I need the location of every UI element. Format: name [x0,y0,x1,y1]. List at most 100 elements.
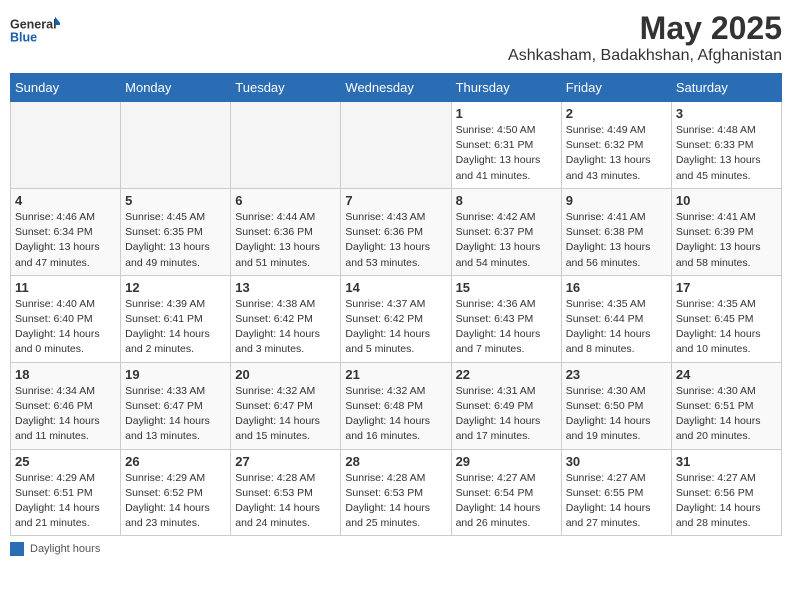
calendar-cell: 20 Sunrise: 4:32 AMSunset: 6:47 PMDayligh… [231,362,341,449]
calendar-cell: 17 Sunrise: 4:35 AMSunset: 6:45 PMDayligh… [671,275,781,362]
calendar-cell: 21Sunrise: 4:32 AMSunset: 6:48 PMDayligh… [341,362,451,449]
day-number: 25 [15,454,116,469]
calendar-cell: 22Sunrise: 4:31 AMSunset: 6:49 PMDayligh… [451,362,561,449]
day-detail: Sunrise: 4:43 AMSunset: 6:36 PMDaylight:… [345,210,446,271]
calendar-cell: 8 Sunrise: 4:42 AMSunset: 6:37 PMDaylight… [451,188,561,275]
day-number: 5 [125,193,226,208]
svg-text:Blue: Blue [10,31,37,45]
day-detail: Sunrise: 4:49 AMSunset: 6:32 PMDaylight:… [566,123,667,184]
daylight-hours-label: Daylight hours [30,543,100,555]
day-header-sunday: Sunday [11,74,121,102]
day-number: 4 [15,193,116,208]
calendar-cell: 7 Sunrise: 4:43 AMSunset: 6:36 PMDaylight… [341,188,451,275]
subtitle: Ashkasham, Badakhshan, Afghanistan [508,47,782,65]
svg-text:General: General [10,17,57,31]
calendar: SundayMondayTuesdayWednesdayThursdayFrid… [10,73,782,536]
calendar-cell: 9 Sunrise: 4:41 AMSunset: 6:38 PMDaylight… [561,188,671,275]
week-row-3: 11Sunrise: 4:40 AMSunset: 6:40 PMDayligh… [11,275,782,362]
calendar-cell [121,102,231,189]
day-number: 24 [676,367,777,382]
day-header-thursday: Thursday [451,74,561,102]
day-detail: Sunrise: 4:37 AMSunset: 6:42 PMDaylight:… [345,297,446,358]
day-detail: Sunrise: 4:41 AMSunset: 6:38 PMDaylight:… [566,210,667,271]
day-number: 8 [456,193,557,208]
calendar-cell: 26 Sunrise: 4:29 AMSunset: 6:52 PMDayligh… [121,449,231,536]
day-detail: Sunrise: 4:32 AMSunset: 6:47 PMDaylight:… [235,384,336,445]
calendar-cell: 13 Sunrise: 4:38 AMSunset: 6:42 PMDayligh… [231,275,341,362]
day-number: 27 [235,454,336,469]
day-header-friday: Friday [561,74,671,102]
day-detail: Sunrise: 4:27 AMSunset: 6:54 PMDaylight:… [456,471,557,532]
day-detail: Sunrise: 4:38 AMSunset: 6:42 PMDaylight:… [235,297,336,358]
calendar-header-row: SundayMondayTuesdayWednesdayThursdayFrid… [11,74,782,102]
day-number: 28 [345,454,446,469]
day-header-saturday: Saturday [671,74,781,102]
calendar-cell: 31Sunrise: 4:27 AMSunset: 6:56 PMDayligh… [671,449,781,536]
day-detail: Sunrise: 4:29 AMSunset: 6:52 PMDaylight:… [125,471,226,532]
day-number: 12 [125,280,226,295]
day-detail: Sunrise: 4:40 AMSunset: 6:40 PMDaylight:… [15,297,116,358]
day-number: 1 [456,106,557,121]
day-header-tuesday: Tuesday [231,74,341,102]
day-number: 26 [125,454,226,469]
main-title: May 2025 [508,10,782,47]
calendar-cell: 2Sunrise: 4:49 AMSunset: 6:32 PMDaylight… [561,102,671,189]
day-number: 14 [345,280,446,295]
header: General Blue May 2025 Ashkasham, Badakhs… [10,10,782,65]
calendar-cell: 12 Sunrise: 4:39 AMSunset: 6:41 PMDayligh… [121,275,231,362]
calendar-cell: 3Sunrise: 4:48 AMSunset: 6:33 PMDaylight… [671,102,781,189]
day-number: 17 [676,280,777,295]
calendar-cell: 30 Sunrise: 4:27 AMSunset: 6:55 PMDayligh… [561,449,671,536]
calendar-cell: 29 Sunrise: 4:27 AMSunset: 6:54 PMDayligh… [451,449,561,536]
calendar-cell [11,102,121,189]
calendar-cell: 25Sunrise: 4:29 AMSunset: 6:51 PMDayligh… [11,449,121,536]
day-number: 20 [235,367,336,382]
day-header-wednesday: Wednesday [341,74,451,102]
calendar-cell: 18Sunrise: 4:34 AMSunset: 6:46 PMDayligh… [11,362,121,449]
day-number: 30 [566,454,667,469]
day-detail: Sunrise: 4:27 AMSunset: 6:56 PMDaylight:… [676,471,777,532]
day-number: 16 [566,280,667,295]
day-detail: Sunrise: 4:39 AMSunset: 6:41 PMDaylight:… [125,297,226,358]
day-detail: Sunrise: 4:33 AMSunset: 6:47 PMDaylight:… [125,384,226,445]
calendar-cell [341,102,451,189]
calendar-cell: 5 Sunrise: 4:45 AMSunset: 6:35 PMDaylight… [121,188,231,275]
day-number: 9 [566,193,667,208]
day-detail: Sunrise: 4:31 AMSunset: 6:49 PMDaylight:… [456,384,557,445]
calendar-cell: 4 Sunrise: 4:46 AMSunset: 6:34 PMDaylight… [11,188,121,275]
week-row-5: 25Sunrise: 4:29 AMSunset: 6:51 PMDayligh… [11,449,782,536]
day-detail: Sunrise: 4:27 AMSunset: 6:55 PMDaylight:… [566,471,667,532]
calendar-cell: 6Sunrise: 4:44 AMSunset: 6:36 PMDaylight… [231,188,341,275]
day-detail: Sunrise: 4:50 AMSunset: 6:31 PMDaylight:… [456,123,557,184]
day-number: 13 [235,280,336,295]
logo: General Blue [10,10,60,50]
calendar-cell: 24Sunrise: 4:30 AMSunset: 6:51 PMDayligh… [671,362,781,449]
calendar-cell [231,102,341,189]
title-area: May 2025 Ashkasham, Badakhshan, Afghanis… [508,10,782,65]
day-detail: Sunrise: 4:44 AMSunset: 6:36 PMDaylight:… [235,210,336,271]
calendar-cell: 19Sunrise: 4:33 AMSunset: 6:47 PMDayligh… [121,362,231,449]
day-number: 15 [456,280,557,295]
calendar-cell: 11Sunrise: 4:40 AMSunset: 6:40 PMDayligh… [11,275,121,362]
day-detail: Sunrise: 4:35 AMSunset: 6:45 PMDaylight:… [676,297,777,358]
footer: Daylight hours [10,542,782,556]
day-detail: Sunrise: 4:34 AMSunset: 6:46 PMDaylight:… [15,384,116,445]
day-number: 10 [676,193,777,208]
day-detail: Sunrise: 4:36 AMSunset: 6:43 PMDaylight:… [456,297,557,358]
calendar-cell: 1 Sunrise: 4:50 AMSunset: 6:31 PMDaylight… [451,102,561,189]
day-detail: Sunrise: 4:35 AMSunset: 6:44 PMDaylight:… [566,297,667,358]
calendar-cell: 15 Sunrise: 4:36 AMSunset: 6:43 PMDayligh… [451,275,561,362]
logo-svg: General Blue [10,10,60,50]
day-detail: Sunrise: 4:41 AMSunset: 6:39 PMDaylight:… [676,210,777,271]
day-detail: Sunrise: 4:28 AMSunset: 6:53 PMDaylight:… [345,471,446,532]
day-detail: Sunrise: 4:46 AMSunset: 6:34 PMDaylight:… [15,210,116,271]
day-header-monday: Monday [121,74,231,102]
day-number: 29 [456,454,557,469]
day-number: 7 [345,193,446,208]
day-detail: Sunrise: 4:28 AMSunset: 6:53 PMDaylight:… [235,471,336,532]
week-row-1: 1 Sunrise: 4:50 AMSunset: 6:31 PMDaylight… [11,102,782,189]
calendar-cell: 27 Sunrise: 4:28 AMSunset: 6:53 PMDayligh… [231,449,341,536]
day-detail: Sunrise: 4:42 AMSunset: 6:37 PMDaylight:… [456,210,557,271]
day-number: 23 [566,367,667,382]
day-detail: Sunrise: 4:45 AMSunset: 6:35 PMDaylight:… [125,210,226,271]
